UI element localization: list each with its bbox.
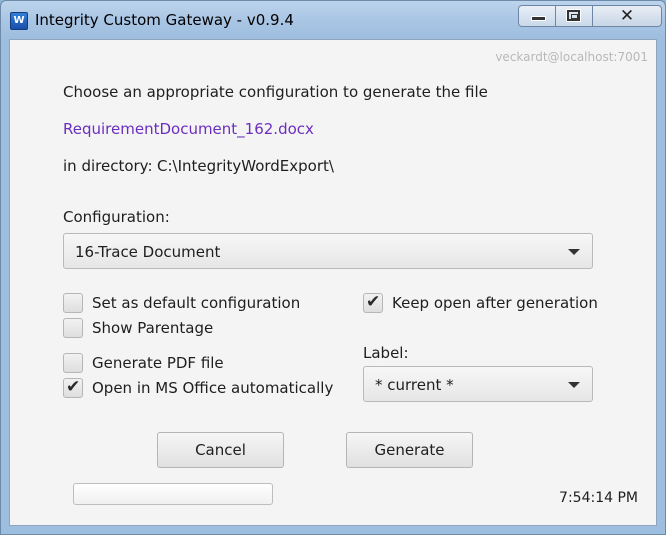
show-parentage-checkbox[interactable] xyxy=(63,318,83,338)
keep-open-checkbox[interactable]: ✔ xyxy=(363,292,383,313)
maximize-icon xyxy=(566,9,581,22)
close-icon: ✕ xyxy=(619,6,635,26)
check-icon: ✔ xyxy=(366,292,381,312)
close-button[interactable]: ✕ xyxy=(592,5,662,27)
chevron-down-icon xyxy=(568,382,580,388)
user-connection: veckardt@localhost:7001 xyxy=(495,50,648,64)
app-logo-icon: W xyxy=(10,12,28,30)
open-office-checkbox[interactable]: ✔ xyxy=(63,377,83,398)
minimize-button[interactable] xyxy=(518,5,556,27)
generate-button[interactable]: Generate xyxy=(346,432,473,468)
label-field-label: Label: xyxy=(363,344,409,362)
label-dropdown[interactable]: * current * xyxy=(363,366,593,402)
configuration-label: Configuration: xyxy=(63,208,170,226)
maximize-button[interactable] xyxy=(555,5,593,27)
configuration-selected: 16-Trace Document xyxy=(75,243,221,261)
directory-path: C:\IntegrityWordExport\ xyxy=(157,157,334,175)
check-icon: ✔ xyxy=(66,377,81,397)
set-default-checkbox[interactable] xyxy=(63,293,83,313)
label-selected: * current * xyxy=(375,376,454,394)
set-default-label: Set as default configuration xyxy=(92,294,301,312)
configuration-dropdown[interactable]: 16-Trace Document xyxy=(63,233,593,269)
chevron-down-icon xyxy=(568,249,580,255)
cancel-button[interactable]: Cancel xyxy=(157,432,284,468)
directory-label: in directory: xyxy=(63,157,153,175)
target-filename: RequirementDocument_162.docx xyxy=(63,120,314,138)
app-logo-letter: W xyxy=(13,15,25,26)
generate-pdf-checkbox[interactable] xyxy=(63,353,83,373)
keep-open-label: Keep open after generation xyxy=(392,294,598,312)
prompt-text: Choose an appropriate configuration to g… xyxy=(63,83,488,101)
dialog-body: veckardt@localhost:7001 Choose an approp… xyxy=(9,39,657,526)
minimize-icon xyxy=(531,16,546,21)
generate-pdf-label: Generate PDF file xyxy=(92,354,224,372)
show-parentage-label: Show Parentage xyxy=(92,319,214,337)
app-window: W Integrity Custom Gateway - v0.9.4 ✕ ve… xyxy=(0,0,666,535)
open-office-label: Open in MS Office automatically xyxy=(92,379,334,397)
status-time: 7:54:14 PM xyxy=(559,490,638,506)
title-bar[interactable]: W Integrity Custom Gateway - v0.9.4 ✕ xyxy=(1,1,665,37)
progress-bar xyxy=(73,483,273,505)
window-title: Integrity Custom Gateway - v0.9.4 xyxy=(35,11,294,29)
